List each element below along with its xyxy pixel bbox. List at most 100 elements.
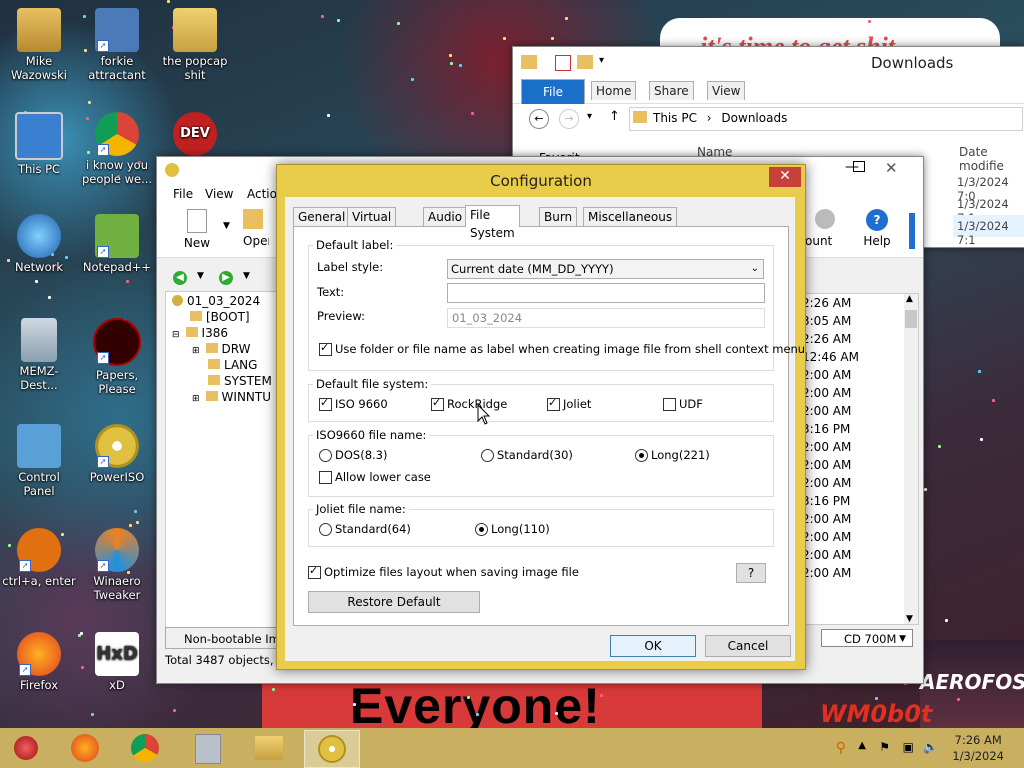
dialog-close-button[interactable]: ✕ <box>769 167 801 187</box>
properties-icon[interactable] <box>555 55 571 71</box>
tree-item[interactable]: ⊟ I386 <box>172 326 228 340</box>
allow-lower-case-checkbox[interactable] <box>319 471 332 484</box>
tab-general[interactable]: General <box>293 207 351 226</box>
network-tray-icon[interactable]: ▣ <box>903 740 914 754</box>
tab-virtual-drive[interactable]: Virtual Drive <box>347 207 397 242</box>
label-style-select[interactable]: Current date (MM_DD_YYYY) ⌄ <box>447 259 764 279</box>
tab-burn[interactable]: Burn <box>539 207 578 226</box>
desktop-icon-papers-please[interactable]: ➚ Papers, Please <box>80 318 154 396</box>
nav-forward-icon[interactable]: ▶ <box>219 271 233 285</box>
back-icon[interactable]: ← <box>529 109 549 129</box>
media-size-select[interactable]: CD 700M ▼ <box>821 629 913 647</box>
dos83-radio[interactable] <box>319 449 332 462</box>
up-icon[interactable]: ↑ <box>609 109 620 124</box>
ribbon-tab-view[interactable]: View <box>707 81 746 100</box>
volume-muted-icon[interactable]: 🔈 <box>923 740 938 754</box>
tab-file-system[interactable]: File System <box>465 205 520 240</box>
ribbon-tab-home[interactable]: Home <box>591 81 637 100</box>
menu-view[interactable]: View <box>205 187 233 201</box>
file-row-time[interactable]: 12:46 AM <box>802 350 859 364</box>
close-button[interactable]: ✕ <box>885 159 898 177</box>
desktop-icon-winaero[interactable]: ➚ Winaero Tweaker <box>80 528 154 602</box>
file-row-time[interactable]: 2:00 AM <box>802 458 851 472</box>
desktop-icon-this-pc[interactable]: This PC <box>2 112 76 176</box>
tree-item[interactable]: [BOOT] <box>190 310 250 324</box>
new-button[interactable]: New <box>177 209 217 250</box>
nav-back-icon[interactable]: ◀ <box>173 271 187 285</box>
udf-checkbox[interactable] <box>663 398 676 411</box>
desktop-icon-chrome-shortcut[interactable]: ➚ i know you people we... <box>80 112 154 186</box>
file-row-time[interactable]: 2:26 AM <box>802 296 851 310</box>
taskbar-chrome[interactable] <box>118 730 172 766</box>
file-system-help-button[interactable]: ? <box>736 563 766 583</box>
taskbar-poweriso[interactable] <box>304 730 360 768</box>
use-name-checkbox[interactable] <box>319 341 332 356</box>
desktop-icon-network[interactable]: Network <box>2 214 76 274</box>
joliet-checkbox[interactable] <box>547 396 560 411</box>
file-row-time[interactable]: 2:00 AM <box>802 368 851 382</box>
breadcrumb-this-pc[interactable]: This PC <box>653 111 697 125</box>
tab-audio[interactable]: Audio <box>423 207 468 226</box>
desktop-icon-popcap[interactable]: the popcap shit <box>158 8 232 82</box>
file-row-time[interactable]: 2:00 AM <box>802 476 851 490</box>
file-row[interactable]: 1/3/2024 7:1 <box>953 193 1024 225</box>
new-dropdown-icon[interactable]: ▼ <box>223 221 230 231</box>
taskbar-file-explorer[interactable] <box>242 730 296 766</box>
scrollbar-thumb[interactable] <box>905 310 917 328</box>
tab-miscellaneous[interactable]: Miscellaneous <box>583 207 678 226</box>
start-button[interactable] <box>0 730 52 766</box>
open-button[interactable]: Open <box>243 209 269 248</box>
file-row-time[interactable]: 2:00 AM <box>802 386 851 400</box>
tree-item[interactable]: LANG <box>208 358 257 372</box>
standard30-radio[interactable] <box>481 449 494 462</box>
taskbar-firefox[interactable] <box>58 730 112 766</box>
tree-root[interactable]: 01_03_2024 <box>172 294 260 308</box>
desktop-icon-poweriso[interactable]: ➚ PowerISO <box>80 424 154 484</box>
desktop-icon-memz[interactable]: MEMZ-Dest... <box>2 318 76 392</box>
menu-file[interactable]: File <box>173 187 193 201</box>
iso9660-checkbox[interactable] <box>319 396 332 411</box>
desktop-icon-forkie[interactable]: ➚ forkie attractant <box>80 8 154 82</box>
file-row-time[interactable]: 3:05 AM <box>802 314 851 328</box>
file-row-selected[interactable]: 1/3/2024 7:1 <box>953 215 1024 247</box>
restore-default-button[interactable]: Restore Default <box>308 591 480 613</box>
standard64-radio[interactable] <box>319 523 332 536</box>
desktop-icon-notepadpp[interactable]: ➚ Notepad++ <box>80 214 154 274</box>
file-row[interactable]: 1/3/2024 7:0 <box>953 171 1024 203</box>
tree-item[interactable]: ⊞ WINNTU <box>192 390 271 404</box>
label-text-input[interactable] <box>447 283 765 303</box>
nav-back-dropdown-icon[interactable]: ▼ <box>197 271 204 281</box>
forward-icon[interactable]: → <box>559 109 579 129</box>
search-icon[interactable]: ⚲ <box>836 740 846 756</box>
help-button[interactable]: ? Help <box>859 209 895 248</box>
recent-locations-icon[interactable]: ▾ <box>587 111 592 122</box>
flag-icon[interactable]: ⚑ <box>879 740 890 754</box>
clock[interactable]: 7:26 AM 1/3/2024 <box>952 732 1004 764</box>
breadcrumb-downloads[interactable]: Downloads <box>721 111 787 125</box>
file-row-time[interactable]: 2:00 AM <box>802 404 851 418</box>
file-row-time[interactable]: 2:00 AM <box>802 548 851 562</box>
long221-radio[interactable] <box>635 449 648 462</box>
taskbar-app[interactable] <box>180 730 234 766</box>
ok-button[interactable]: OK <box>610 635 696 657</box>
desktop-icon-ctrl-a[interactable]: ➚ ctrl+a, enter <box>2 528 76 588</box>
tree-item[interactable]: ⊞ DRW <box>192 342 251 356</box>
file-row-time[interactable]: 2:00 AM <box>802 512 851 526</box>
file-row-time[interactable]: 3:16 PM <box>802 494 850 508</box>
file-row-time[interactable]: 2:00 AM <box>802 440 851 454</box>
new-folder-icon[interactable] <box>577 55 593 69</box>
file-row-time[interactable]: 3:16 PM <box>802 422 850 436</box>
quick-access-dropdown-icon[interactable]: ▾ <box>599 55 604 66</box>
cancel-button[interactable]: Cancel <box>705 635 791 657</box>
mount-button[interactable]: ount <box>805 209 845 248</box>
file-row-time[interactable]: 2:26 AM <box>802 332 851 346</box>
file-row-time[interactable]: 2:00 AM <box>802 566 851 580</box>
long110-radio[interactable] <box>475 523 488 536</box>
menu-action[interactable]: Actio <box>247 187 277 201</box>
desktop-icon-devcpp[interactable]: DEV C++ <box>158 112 232 185</box>
show-hidden-icons-icon[interactable]: ▲ <box>858 740 866 751</box>
tree-item[interactable]: SYSTEM <box>208 374 272 388</box>
ribbon-tab-file[interactable]: File <box>521 79 585 104</box>
desktop-icon-firefox[interactable]: ➚ Firefox <box>2 632 76 692</box>
nav-forward-dropdown-icon[interactable]: ▼ <box>243 271 250 281</box>
